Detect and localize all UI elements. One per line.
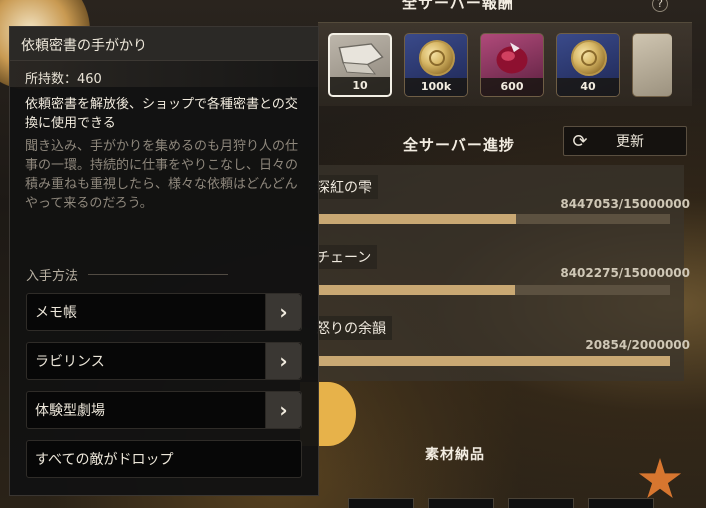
chevron-right-icon[interactable]: ›	[265, 392, 301, 428]
progress-item-name: チェーン	[310, 245, 378, 269]
gold-coin-icon	[419, 40, 455, 76]
source-enemy-drop: すべての敵がドロップ	[26, 440, 302, 478]
chevron-right-icon[interactable]: ›	[265, 294, 301, 330]
source-label: メモ帳	[35, 305, 77, 321]
source-label: すべての敵がドロップ	[35, 452, 174, 468]
chevron-right-icon[interactable]: ›	[265, 343, 301, 379]
refresh-icon: ⟳	[572, 130, 588, 152]
server-rewards-title: 全サーバー報酬	[402, 0, 514, 12]
crimson-gem-icon	[496, 42, 528, 74]
server-progress-title: 全サーバー進捗	[403, 136, 515, 154]
material-slot[interactable]	[508, 498, 574, 508]
reward-count: 10	[330, 77, 390, 95]
source-label: 体験型劇場	[35, 403, 105, 419]
item-description: 依頼密書を解放後、ショップで各種密書との交換に使用できる	[25, 97, 298, 131]
source-theater-button[interactable]: 体験型劇場 ›	[26, 391, 302, 429]
reward-slot-partial[interactable]	[632, 33, 672, 97]
item-tooltip: 依頼密書の手がかり 所持数：460 依頼密書を解放後、ショップで各種密書との交換…	[9, 26, 319, 496]
tooltip-title: 依頼密書の手がかり	[10, 27, 318, 61]
source-label: ラビリンス	[35, 354, 105, 370]
progress-item-name: 怒りの余韻	[310, 316, 392, 340]
reward-slot[interactable]: 10	[328, 33, 392, 97]
progress-fill	[318, 285, 516, 295]
material-slot[interactable]	[348, 498, 414, 508]
material-slot[interactable]	[588, 498, 654, 508]
source-labyrinth-button[interactable]: ラビリンス ›	[26, 342, 302, 380]
refresh-label: 更新	[616, 134, 644, 150]
reward-count: 100k	[405, 78, 467, 96]
reward-count: 40	[557, 78, 619, 96]
acquisition-heading: 入手方法	[26, 265, 306, 284]
acquisition-heading-label: 入手方法	[26, 269, 79, 284]
progress-value: 8447053/15000000	[560, 197, 690, 211]
reward-slot[interactable]: 100k	[404, 33, 468, 97]
progress-value: 20854/2000000	[585, 338, 690, 352]
materials-title: 素材納品	[425, 447, 485, 463]
reward-slot[interactable]: 600	[480, 33, 544, 97]
progress-value: 8402275/15000000	[560, 266, 690, 280]
paper-scroll-icon	[338, 43, 384, 75]
progress-fill	[318, 214, 517, 224]
material-slot[interactable]	[428, 498, 494, 508]
progress-item-name: 深紅の雫	[310, 175, 378, 199]
gold-coin-icon	[571, 40, 607, 76]
divider	[88, 274, 229, 275]
refresh-button[interactable]: ⟳ 更新	[563, 126, 687, 156]
owned-count: 所持数：460	[25, 72, 102, 87]
progress-bar	[318, 285, 670, 295]
reward-count: 600	[481, 78, 543, 96]
progress-bar	[318, 356, 670, 366]
reward-slot[interactable]: 40	[556, 33, 620, 97]
item-flavor-text: 聞き込み、手がかりを集めるのも月狩り人の仕事の一環。持続的に仕事をやりこなし、日…	[25, 139, 299, 211]
source-memo-button[interactable]: メモ帳 ›	[26, 293, 302, 331]
progress-bar	[318, 214, 670, 224]
